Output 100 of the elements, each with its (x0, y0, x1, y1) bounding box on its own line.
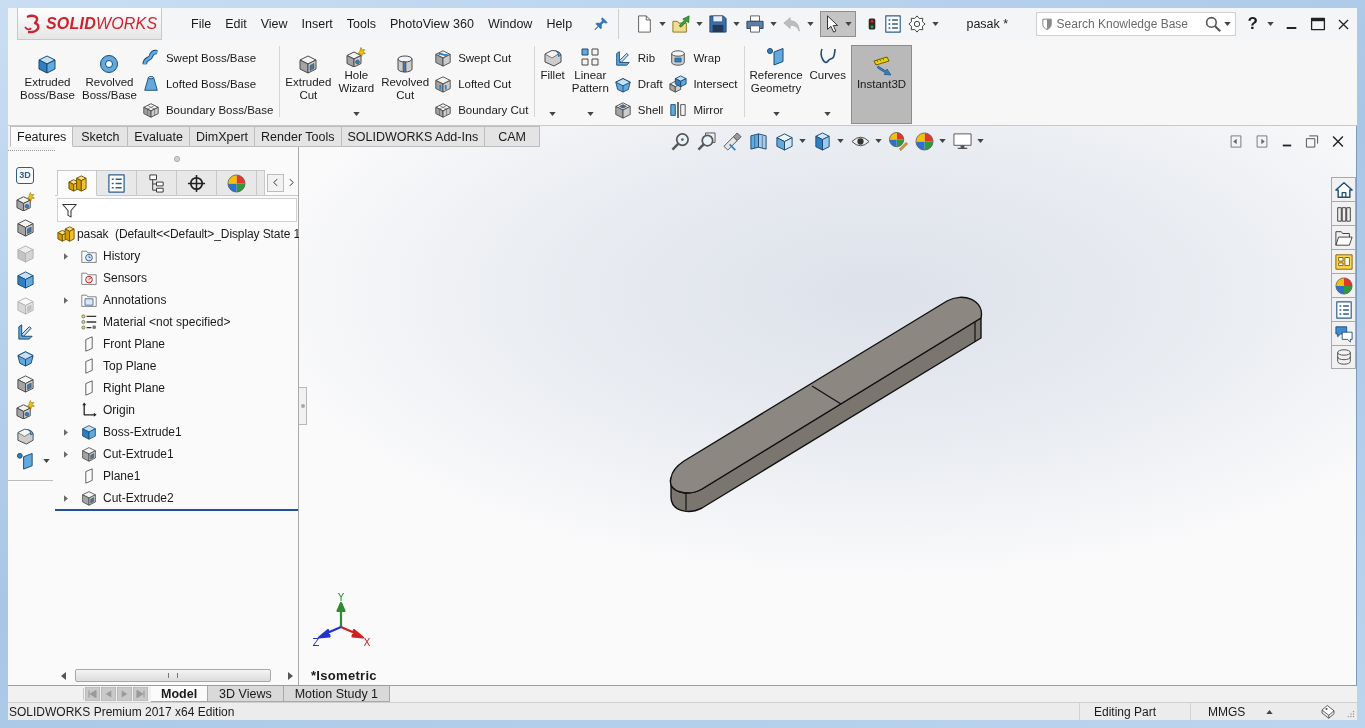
save-icon[interactable] (709, 15, 727, 33)
cube-star-icon[interactable] (16, 191, 35, 211)
ribbon-button[interactable]: Linear Pattern (569, 42, 611, 122)
expand-arrow-icon[interactable] (64, 428, 68, 436)
pen-icon[interactable] (723, 131, 742, 151)
cube-star-icon[interactable] (16, 399, 35, 419)
tile-right-icon[interactable] (1255, 133, 1269, 149)
caret-icon[interactable] (824, 112, 832, 116)
caret-icon[interactable] (43, 459, 50, 463)
scroll-left-icon[interactable] (61, 671, 66, 680)
caret-icon[interactable] (549, 112, 557, 116)
caret-icon[interactable] (807, 22, 814, 26)
command-tab[interactable]: SOLIDWORKS Add-Ins (341, 126, 486, 147)
bottom-tab[interactable]: 3D Views (208, 686, 284, 702)
ribbon-button[interactable]: Mirror (669, 97, 741, 123)
tall-cube-icon[interactable] (813, 131, 832, 151)
ribbon-button[interactable]: Draft (613, 71, 667, 97)
ribbon-button[interactable]: Lofted Cut (434, 71, 532, 97)
tree-item[interactable]: Front Plane (103, 337, 166, 351)
task-pane-tab[interactable] (1331, 177, 1356, 201)
command-tab[interactable]: CAM (485, 126, 541, 147)
settings-icon[interactable] (908, 15, 926, 33)
ribbon-button[interactable]: Fillet (538, 42, 567, 122)
view-cube-icon[interactable] (775, 131, 794, 151)
tree-item[interactable]: Top Plane (103, 359, 157, 373)
ribbon-button[interactable]: Intersect (669, 71, 741, 97)
search-icon[interactable] (1204, 16, 1221, 32)
caret-icon[interactable] (837, 139, 844, 143)
tree-item[interactable]: History (103, 249, 141, 263)
caret-icon[interactable] (1267, 22, 1274, 26)
units-selector[interactable]: MMGS (1208, 704, 1246, 719)
search-field[interactable]: Search Knowledge Base (1055, 15, 1202, 33)
tree-item[interactable]: Sensors (103, 271, 148, 285)
ribbon-button[interactable]: Hole Wizard (336, 42, 377, 122)
panels-icon[interactable] (749, 131, 768, 151)
command-tab[interactable]: Render Tools (255, 126, 342, 147)
menu-item[interactable]: Edit (218, 12, 254, 36)
ribbon-button[interactable]: Revolved Boss/Base (79, 42, 139, 122)
bottom-tab[interactable]: Motion Study 1 (283, 686, 391, 702)
caret-icon[interactable] (1223, 22, 1231, 26)
scroll-right-icon[interactable] (288, 671, 293, 680)
task-pane-tab[interactable] (1331, 273, 1356, 297)
ribbon-button[interactable]: Boundary Cut (434, 97, 532, 123)
caret-icon[interactable] (352, 112, 360, 116)
select-button[interactable] (820, 11, 856, 37)
ribbon-button[interactable]: Curves (807, 42, 848, 122)
magnifier-icon[interactable] (671, 131, 690, 151)
caret-icon[interactable] (939, 139, 946, 143)
expand-arrow-icon[interactable] (64, 296, 68, 304)
folder-arrow-icon[interactable] (672, 15, 690, 33)
maximize-icon[interactable] (1310, 16, 1326, 32)
plane-point-icon[interactable] (16, 451, 35, 471)
task-pane-tab[interactable] (1331, 225, 1356, 249)
caret-icon[interactable] (733, 22, 740, 26)
caret-icon[interactable] (799, 139, 806, 143)
skip-start-icon[interactable] (85, 687, 100, 701)
ribbon-button[interactable]: Rib (613, 45, 667, 71)
caret-icon[interactable] (586, 112, 594, 116)
ribbon-button[interactable]: Revolved Cut (379, 42, 432, 122)
command-tab[interactable]: DimXpert (190, 126, 256, 147)
ribbon-toggle[interactable]: Instant3D (851, 45, 912, 124)
splitter-handle[interactable] (299, 387, 307, 425)
scrollbar-thumb[interactable] (75, 669, 271, 682)
caret-icon[interactable] (770, 22, 777, 26)
search-bar[interactable]: Search Knowledge Base (1035, 12, 1236, 36)
caret-icon[interactable] (772, 112, 780, 116)
ribbon-button[interactable]: Swept Cut (434, 45, 532, 71)
menu-item[interactable]: Window (480, 12, 540, 36)
ribbon-button[interactable]: Extruded Boss/Base (18, 42, 77, 122)
task-pane-tab[interactable] (1331, 297, 1356, 321)
color-ball-pencil-icon[interactable] (889, 131, 908, 151)
menu-item[interactable]: Insert (294, 12, 340, 36)
cube-icon[interactable] (16, 269, 35, 289)
ribbon-button[interactable]: Extruded Cut (283, 42, 334, 122)
minimize-icon[interactable] (1286, 26, 1297, 30)
new-document-icon[interactable] (635, 15, 653, 33)
menu-item[interactable]: File (184, 12, 219, 36)
toolbar-button[interactable]: 3D (16, 166, 34, 184)
menu-item[interactable]: Tools (339, 12, 384, 36)
expand-arrow-icon[interactable] (64, 252, 68, 260)
cube-hole-icon[interactable] (16, 217, 35, 237)
ribbon-button[interactable]: Wrap (669, 45, 741, 71)
caret-up-icon[interactable] (1266, 709, 1274, 714)
ribbon-button[interactable]: Boundary Boss/Base (141, 97, 277, 123)
caret-icon[interactable] (875, 139, 882, 143)
ribbon-button[interactable]: Lofted Boss/Base (141, 71, 277, 97)
magnifier-box-icon[interactable] (697, 131, 716, 151)
monitor-icon[interactable] (953, 131, 972, 151)
expand-arrow-icon[interactable] (64, 450, 68, 458)
chevron-right-icon[interactable] (289, 178, 294, 187)
caret-icon[interactable] (696, 22, 703, 26)
panel-tab[interactable] (177, 170, 217, 196)
task-pane-tab[interactable] (1331, 201, 1356, 225)
bottom-tab[interactable]: Model (151, 686, 209, 702)
tree-item[interactable]: Origin (103, 403, 135, 417)
logo-panel[interactable]: SOLIDWORKS (17, 8, 162, 40)
chevron-left-icon[interactable] (273, 178, 278, 187)
task-pane-tab[interactable] (1331, 345, 1356, 369)
caret-icon[interactable] (977, 139, 984, 143)
tree-item[interactable]: Cut-Extrude1 (103, 447, 174, 461)
